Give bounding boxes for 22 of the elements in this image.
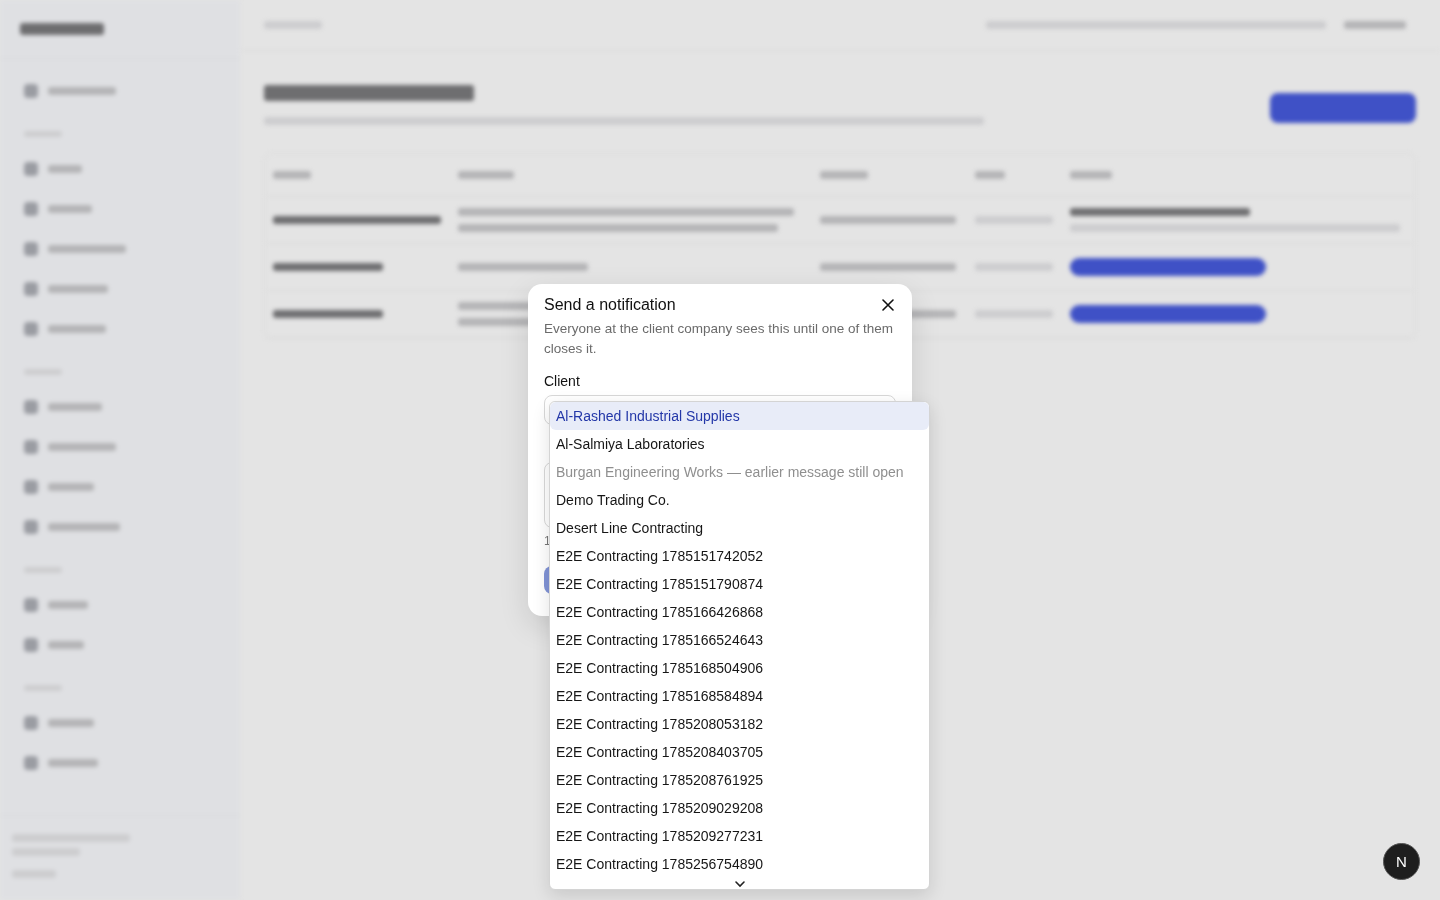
dialog-description: Everyone at the client company sees this until one of them closes it. — [544, 320, 894, 358]
dropdown-option[interactable]: E2E Contracting 1785208761925 — [550, 766, 929, 794]
dropdown-option[interactable]: E2E Contracting 1785166426868 — [550, 598, 929, 626]
dropdown-option[interactable]: E2E Contracting 1785208403705 — [550, 738, 929, 766]
dialog-title: Send a notification — [544, 296, 676, 314]
dropdown-option[interactable]: E2E Contracting 1785166524643 — [550, 626, 929, 654]
dropdown-option[interactable]: E2E Contracting 1785168584894 — [550, 682, 929, 710]
dropdown-option[interactable]: E2E Contracting 1785151742052 — [550, 542, 929, 570]
chevron-down-icon[interactable] — [733, 879, 746, 888]
dropdown-option[interactable]: Al-Salmiya Laboratories — [550, 430, 929, 458]
field-label: Client — [544, 373, 581, 389]
dropdown-option[interactable]: E2E Contracting 1785168504906 — [550, 654, 929, 682]
dropdown-option[interactable]: E2E Contracting 1785209029208 — [550, 794, 929, 822]
dropdown-option[interactable]: Al-Rashed Industrial Supplies — [550, 402, 929, 430]
dropdown-option[interactable]: Desert Line Contracting — [550, 514, 929, 542]
dev-badge[interactable]: N — [1383, 843, 1420, 880]
dropdown-option[interactable]: E2E Contracting 1785151790874 — [550, 570, 929, 598]
dropdown-option[interactable]: Demo Trading Co. — [550, 486, 929, 514]
dropdown-option[interactable]: E2E Contracting 1785209277231 — [550, 822, 929, 850]
dropdown-option[interactable]: E2E Contracting 1785208053182 — [550, 710, 929, 738]
dropdown-option[interactable]: E2E Contracting 1785256754890 — [550, 850, 929, 878]
close-button[interactable] — [880, 297, 896, 313]
